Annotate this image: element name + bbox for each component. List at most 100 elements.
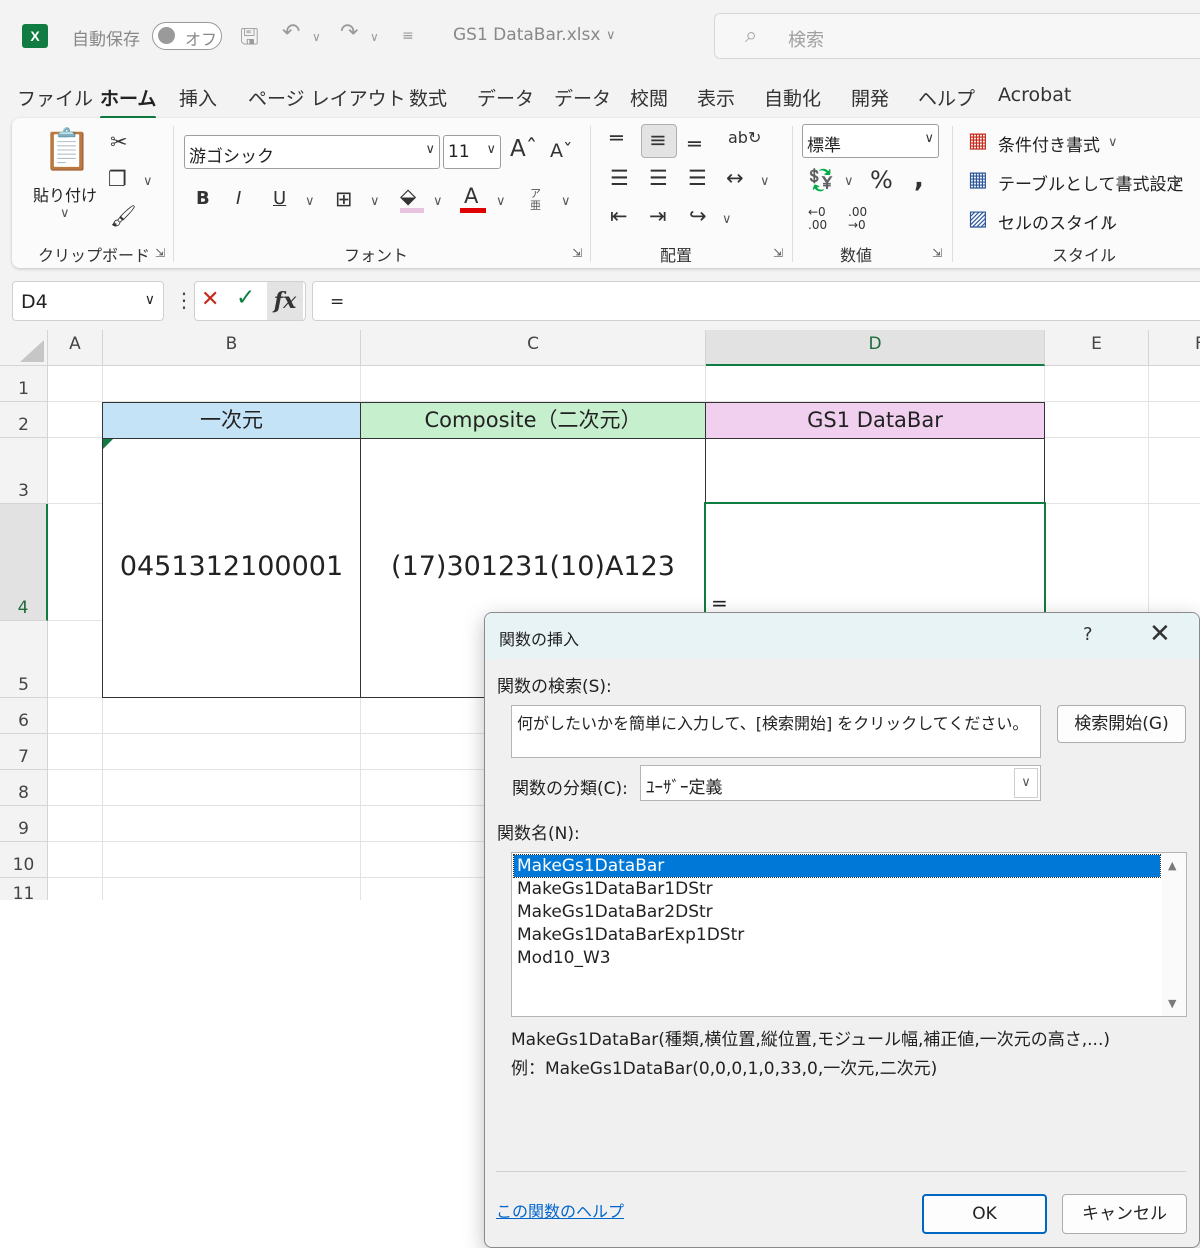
- middle-align-icon[interactable]: ≡: [649, 130, 667, 151]
- row-header-3[interactable]: 3: [0, 438, 48, 504]
- formula-input[interactable]: =: [312, 281, 1200, 321]
- search-function-input[interactable]: 何がしたいかを簡単に入力して、[検索開始] をクリックしてください。: [511, 705, 1041, 758]
- undo-icon[interactable]: ↶: [282, 20, 300, 45]
- cut-icon[interactable]: ✂: [110, 132, 128, 153]
- cell-styles-button[interactable]: セルのスタイル: [998, 209, 1117, 234]
- undo-dropdown-icon[interactable]: ∨: [312, 30, 321, 44]
- close-icon[interactable]: ✕: [1149, 619, 1171, 649]
- increase-font-size-icon[interactable]: Aˆ: [510, 138, 537, 161]
- active-cell-d4[interactable]: =: [704, 502, 1046, 621]
- row-header-4[interactable]: 4: [0, 504, 48, 621]
- list-item[interactable]: Mod10_W3: [514, 947, 1160, 969]
- row-header-6[interactable]: 6: [0, 698, 48, 734]
- top-align-icon[interactable]: ═: [610, 128, 623, 149]
- chevron-down-icon[interactable]: ∨: [1014, 768, 1038, 798]
- format-as-table-icon[interactable]: ▦: [968, 169, 988, 190]
- borders-dropdown-icon[interactable]: ∨: [370, 194, 380, 209]
- alignment-launcher-icon[interactable]: ⇲: [773, 246, 783, 260]
- clipboard-launcher-icon[interactable]: ⇲: [155, 246, 165, 260]
- row-header-9[interactable]: 9: [0, 806, 48, 842]
- scroll-up-icon[interactable]: ▲: [1168, 859, 1176, 872]
- align-center-icon[interactable]: ☰: [649, 168, 668, 189]
- merge-dropdown-icon[interactable]: ∨: [760, 174, 770, 189]
- align-left-icon[interactable]: ☰: [610, 168, 629, 189]
- autosave-toggle[interactable]: オフ: [152, 22, 222, 50]
- wrap-text-icon[interactable]: ↪: [689, 206, 707, 227]
- increase-indent-icon[interactable]: ⇥: [649, 206, 667, 227]
- increase-decimal-icon[interactable]: ←0.00: [808, 206, 827, 231]
- tab-file[interactable]: ファイル: [17, 84, 93, 111]
- function-help-link[interactable]: この関数のヘルプ: [496, 1198, 624, 1222]
- underline-dropdown-icon[interactable]: ∨: [305, 194, 315, 209]
- cancel-entry-icon[interactable]: ✕: [201, 287, 219, 312]
- accounting-dropdown-icon[interactable]: ∨: [844, 174, 854, 189]
- decrease-font-size-icon[interactable]: Aˇ: [550, 142, 573, 161]
- list-item[interactable]: MakeGs1DataBar: [513, 854, 1161, 878]
- copy-icon[interactable]: ❐: [108, 169, 127, 190]
- merge-center-icon[interactable]: ↔: [726, 168, 744, 189]
- tab-home[interactable]: ホーム: [100, 84, 157, 119]
- format-as-table-button[interactable]: テーブルとして書式設定: [998, 170, 1183, 195]
- list-scrollbar[interactable]: ▲ ▼: [1162, 853, 1186, 1016]
- conditional-dropdown-icon[interactable]: ∨: [1108, 135, 1118, 150]
- font-size-select[interactable]: 11 ∨: [443, 135, 501, 169]
- number-format-select[interactable]: 標準 ∨: [802, 124, 939, 158]
- paste-button[interactable]: 貼り付け: [33, 182, 97, 206]
- font-color-icon[interactable]: A: [464, 186, 478, 207]
- align-right-icon[interactable]: ☰: [688, 168, 707, 189]
- accounting-format-icon[interactable]: 💱: [808, 170, 834, 191]
- tab-review[interactable]: 校閲: [630, 84, 668, 111]
- cell-d3[interactable]: [705, 438, 1045, 504]
- wrap-dropdown-icon[interactable]: ∨: [722, 212, 732, 227]
- cell-b3-merged[interactable]: 0451312100001: [102, 438, 361, 698]
- format-as-table-dropdown-icon[interactable]: ∨: [1172, 174, 1182, 189]
- file-name[interactable]: GS1 DataBar.xlsx: [453, 25, 600, 45]
- tab-insert[interactable]: 挿入: [179, 84, 217, 111]
- redo-icon[interactable]: ↷: [340, 20, 358, 45]
- column-header-e[interactable]: E: [1045, 330, 1149, 366]
- paste-dropdown-icon[interactable]: ∨: [60, 206, 70, 221]
- cell-styles-dropdown-icon[interactable]: ∨: [1104, 213, 1114, 228]
- tab-help[interactable]: ヘルプ: [918, 84, 975, 111]
- cell-b2[interactable]: 一次元: [102, 402, 361, 439]
- tab-developer[interactable]: 開発: [851, 84, 889, 111]
- error-indicator-icon[interactable]: [103, 439, 113, 449]
- copy-dropdown-icon[interactable]: ∨: [143, 174, 153, 189]
- borders-icon[interactable]: ⊞: [335, 189, 353, 210]
- filename-chevron-icon[interactable]: ∨: [606, 28, 616, 43]
- column-header-b[interactable]: B: [103, 330, 361, 366]
- tab-page-layout[interactable]: ページ レイアウト: [248, 84, 406, 111]
- font-color-dropdown-icon[interactable]: ∨: [496, 194, 506, 209]
- select-all-button[interactable]: [0, 330, 48, 366]
- phonetic-guide-icon[interactable]: ア亜: [530, 187, 541, 212]
- comma-style-icon[interactable]: ,: [914, 166, 924, 192]
- decrease-indent-icon[interactable]: ⇤: [610, 206, 628, 227]
- cancel-button[interactable]: キャンセル: [1062, 1194, 1187, 1234]
- column-header-c[interactable]: C: [361, 330, 706, 366]
- row-header-8[interactable]: 8: [0, 770, 48, 806]
- cell-c2[interactable]: Composite（二次元）: [360, 402, 706, 439]
- tab-data[interactable]: データ: [477, 84, 534, 111]
- column-header-a[interactable]: A: [48, 330, 103, 366]
- row-header-11[interactable]: 11: [0, 878, 48, 900]
- fill-color-icon[interactable]: ⬙: [400, 186, 416, 207]
- fill-color-dropdown-icon[interactable]: ∨: [433, 194, 443, 209]
- row-header-7[interactable]: 7: [0, 734, 48, 770]
- go-search-button[interactable]: 検索開始(G): [1057, 705, 1186, 743]
- save-icon[interactable]: 🖫: [240, 20, 259, 58]
- help-icon[interactable]: ?: [1083, 624, 1093, 645]
- phonetic-dropdown-icon[interactable]: ∨: [561, 194, 571, 209]
- formula-bar-grip-icon[interactable]: ⋮: [174, 288, 194, 312]
- font-launcher-icon[interactable]: ⇲: [572, 246, 582, 260]
- row-header-1[interactable]: 1: [0, 366, 48, 402]
- percent-icon[interactable]: %: [870, 168, 893, 192]
- tab-acrobat[interactable]: Acrobat: [998, 84, 1071, 106]
- list-item[interactable]: MakeGs1DataBar2DStr: [514, 901, 1160, 923]
- tab-view[interactable]: 表示: [697, 84, 735, 111]
- tab-formulas[interactable]: 数式: [409, 84, 447, 111]
- number-launcher-icon[interactable]: ⇲: [932, 246, 942, 260]
- list-item[interactable]: MakeGs1DataBar1DStr: [514, 878, 1160, 900]
- italic-icon[interactable]: I: [236, 190, 241, 208]
- cell-styles-icon[interactable]: ▨: [968, 208, 988, 229]
- confirm-entry-icon[interactable]: ✓: [236, 285, 255, 311]
